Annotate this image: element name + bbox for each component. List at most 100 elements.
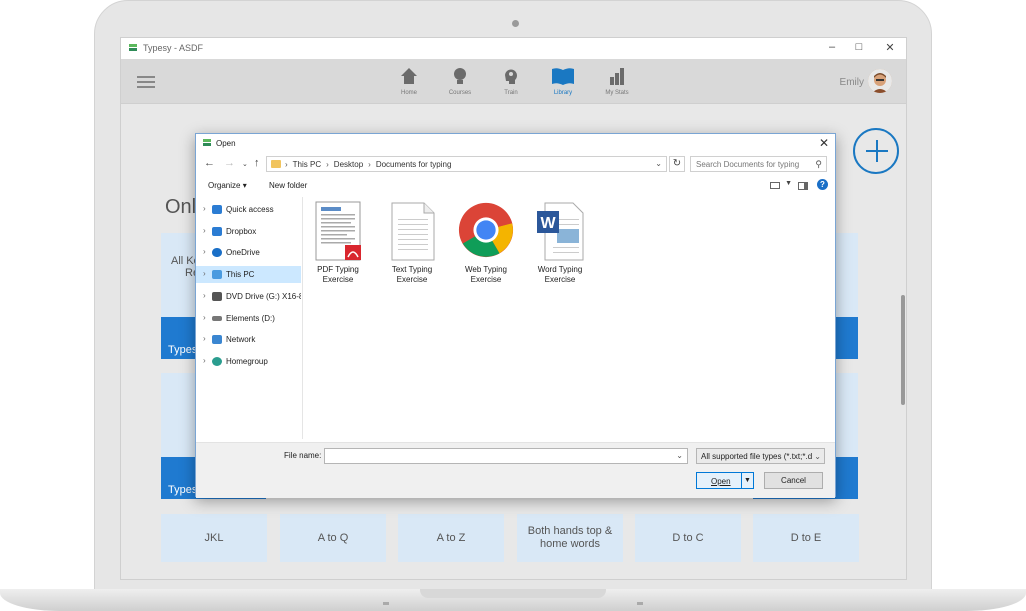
open-dropdown-icon[interactable]: ▼ — [741, 473, 753, 488]
address-row: ← → ⌄ ↑ › This PC › Desktop › Documents … — [196, 156, 835, 172]
nav-dropbox[interactable]: › Dropbox — [196, 223, 301, 240]
nav-my-stats[interactable]: My Stats — [595, 66, 639, 96]
chevron-right-icon[interactable]: › — [203, 204, 206, 213]
file-name-line2: Exercise — [396, 275, 428, 284]
nav-dvd-drive[interactable]: › DVD Drive (G:) X16-8 — [196, 288, 301, 305]
close-button[interactable]: ✕ — [882, 41, 898, 54]
file-text-typing-exercise[interactable]: Text Typing Exercise — [379, 201, 445, 285]
chrome-icon — [458, 201, 514, 261]
recent-dropdown-icon[interactable]: ⌄ — [242, 160, 248, 168]
tile-jkl[interactable]: JKL — [161, 514, 267, 562]
back-arrow-icon[interactable]: ← — [204, 157, 215, 169]
nav-courses-label: Courses — [448, 90, 472, 96]
file-web-typing-exercise[interactable]: Web Typing Exercise — [453, 201, 519, 285]
nav-courses[interactable]: Courses — [438, 66, 482, 96]
nav-item-label: Quick access — [226, 205, 274, 214]
drive-icon — [212, 316, 222, 321]
breadcrumb: › This PC › Desktop › Documents for typi… — [285, 160, 452, 169]
refresh-icon[interactable]: ↻ — [669, 156, 685, 172]
nav-homegroup[interactable]: › Homegroup — [196, 353, 301, 370]
breadcrumb-this-pc[interactable]: This PC — [293, 160, 321, 169]
brain-icon — [505, 69, 517, 84]
chevron-right-icon[interactable]: › — [203, 334, 206, 343]
nav-train[interactable]: Train — [489, 66, 533, 96]
title-bar: Typesy - ASDF – □ ✕ — [121, 38, 906, 59]
file-name-field[interactable]: ⌄ — [324, 448, 688, 464]
file-type-value: All supported file types (*.txt;*.d — [701, 452, 813, 461]
tile-a-to-z[interactable]: A to Z — [398, 514, 504, 562]
cloud-icon — [212, 248, 222, 257]
address-dropdown-icon[interactable]: ⌄ — [655, 159, 662, 168]
nav-home-label: Home — [400, 90, 417, 96]
home-icon — [401, 68, 417, 84]
nav-quick-access[interactable]: › Quick access — [196, 201, 301, 218]
cancel-button[interactable]: Cancel — [764, 472, 823, 489]
breadcrumb-documents-for-typing[interactable]: Documents for typing — [376, 160, 452, 169]
nav-item-label: Elements (D:) — [226, 314, 275, 323]
chevron-down-icon[interactable]: ⌄ — [814, 452, 821, 461]
file-name-line2: Exercise — [322, 275, 354, 284]
menu-icon[interactable] — [137, 76, 155, 88]
nav-library-label: Library — [553, 90, 573, 96]
up-arrow-icon[interactable]: ↑ — [254, 157, 260, 169]
address-bar[interactable]: › This PC › Desktop › Documents for typi… — [266, 156, 667, 172]
window-title: Typesy - ASDF — [143, 43, 204, 53]
nav-this-pc[interactable]: › This PC — [196, 266, 301, 283]
preview-pane-icon[interactable] — [798, 182, 808, 190]
avatar-image — [868, 69, 892, 93]
nav-library[interactable]: Library — [541, 66, 585, 96]
nav-train-label: Train — [504, 90, 518, 96]
view-dropdown-icon[interactable]: ▼ — [785, 180, 792, 187]
view-options-icon[interactable] — [770, 182, 780, 189]
search-input[interactable]: Search Documents for typing ⚲ — [690, 156, 827, 172]
maximize-button[interactable]: □ — [851, 41, 867, 53]
chevron-right-icon[interactable]: › — [203, 356, 206, 365]
nav-item-label: Dropbox — [226, 227, 257, 236]
nav-network[interactable]: › Network — [196, 331, 301, 348]
breadcrumb-desktop[interactable]: Desktop — [334, 160, 363, 169]
text-document-icon — [387, 201, 437, 261]
help-icon[interactable]: ? — [817, 179, 828, 190]
file-type-select[interactable]: All supported file types (*.txt;*.d ⌄ — [696, 448, 825, 464]
file-name-label: File name: — [284, 451, 322, 460]
file-name-line1: Web Typing — [465, 265, 507, 274]
file-word-typing-exercise[interactable]: W Word Typing Exercise — [527, 201, 593, 285]
typesy-logo-icon — [203, 139, 211, 146]
dvd-icon — [212, 292, 222, 301]
chevron-right-icon[interactable]: › — [203, 313, 206, 322]
chevron-right-icon[interactable]: › — [203, 269, 206, 278]
file-pdf-typing-exercise[interactable]: PDF Typing Exercise — [305, 201, 371, 285]
forward-arrow-icon[interactable]: → — [224, 157, 235, 169]
chevron-right-icon[interactable]: › — [203, 226, 206, 235]
add-icon[interactable] — [853, 128, 899, 174]
chevron-right-icon[interactable]: › — [203, 291, 206, 300]
avatar[interactable] — [868, 69, 892, 93]
chevron-down-icon[interactable]: ⌄ — [676, 451, 683, 460]
dialog-footer: File name: ⌄ All supported file types (*… — [196, 442, 835, 498]
file-name-line1: PDF Typing — [317, 265, 359, 274]
nav-onedrive[interactable]: › OneDrive — [196, 244, 301, 261]
navigation-pane: › Quick access › Dropbox › OneDrive › Th… — [196, 197, 303, 439]
tile-a-to-q[interactable]: A to Q — [280, 514, 386, 562]
organize-button[interactable]: Organize ▾ — [208, 181, 247, 190]
lightbulb-icon — [454, 68, 466, 84]
minimize-button[interactable]: – — [824, 41, 840, 53]
tile-both-hands[interactable]: Both hands top & home words — [517, 514, 623, 562]
dialog-close-icon[interactable]: ✕ — [819, 136, 829, 150]
organize-label: Organize — [208, 181, 241, 190]
nav-elements[interactable]: › Elements (D:) — [196, 310, 301, 327]
open-button[interactable]: Open ▼ — [696, 472, 754, 489]
page-heading: Onl — [165, 196, 197, 218]
open-file-dialog: Open ✕ ← → ⌄ ↑ › This PC › Desktop › Doc… — [195, 133, 836, 498]
tile-d-to-c[interactable]: D to C — [635, 514, 741, 562]
tile-d-to-e[interactable]: D to E — [753, 514, 859, 562]
file-name-line1: Word Typing — [537, 265, 583, 274]
file-name-line2: Exercise — [544, 275, 576, 284]
scrollbar[interactable] — [901, 295, 905, 405]
new-folder-button[interactable]: New folder — [269, 181, 307, 190]
user-name: Emily — [839, 77, 864, 88]
nav-item-label: Network — [226, 335, 256, 344]
dialog-title: Open — [216, 139, 236, 148]
chevron-right-icon[interactable]: › — [203, 247, 206, 256]
nav-home[interactable]: Home — [387, 66, 431, 96]
